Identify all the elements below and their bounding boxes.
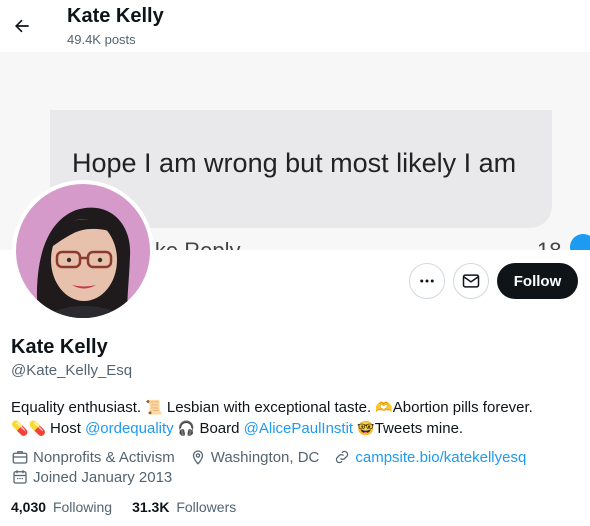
following-stat[interactable]: 4,030 Following	[11, 499, 112, 515]
banner-partial-text: ike Reply	[150, 238, 240, 250]
profile-meta-row: Nonprofits & Activism Washington, DC cam…	[11, 448, 540, 466]
website-link[interactable]: campsite.bio/katekellyesq	[355, 449, 526, 466]
envelope-icon	[462, 274, 480, 288]
location-text: Washington, DC	[210, 448, 320, 466]
bio-text-5: Board	[195, 420, 244, 437]
pill-emoji-icon: 💊	[28, 420, 46, 436]
scroll-emoji-icon: 📜	[145, 399, 163, 415]
joined-text: Joined January 2013	[33, 468, 173, 486]
location-pin-icon	[192, 450, 203, 465]
following-label: Following	[52, 499, 113, 515]
more-dots-icon	[420, 279, 434, 283]
pill-emoji-icon: 💊	[11, 420, 29, 436]
bio-text-3: Abortion pills forever.	[392, 399, 533, 416]
bio-link-alicepaul[interactable]: @AlicePaulInstit	[244, 420, 353, 437]
briefcase-icon	[12, 451, 28, 464]
followers-count: 31.3K	[132, 499, 170, 515]
profile-bio: Equality enthusiast. 📜 Lesbian with exce…	[11, 397, 576, 439]
headphones-emoji-icon: 🎧	[177, 420, 196, 436]
profile-handle: @Kate_Kelly_Esq	[11, 362, 133, 379]
profile-category: Nonprofits & Activism	[11, 448, 175, 466]
category-text: Nonprofits & Activism	[33, 448, 175, 466]
bio-text-6: Tweets mine.	[374, 420, 464, 437]
bio-text-1: Equality enthusiast.	[11, 399, 146, 416]
avatar[interactable]	[16, 184, 150, 318]
link-icon	[336, 450, 349, 464]
banner-quote: Hope I am wrong but most likely I am	[72, 148, 517, 178]
profile-stats: 4,030 Following 31.3K Followers	[11, 499, 256, 515]
avatar-ring[interactable]	[12, 180, 154, 322]
back-button[interactable]	[6, 10, 38, 42]
bio-text-4: Host	[45, 420, 86, 437]
follow-button[interactable]: Follow	[497, 263, 578, 299]
back-arrow-icon	[15, 19, 29, 33]
nerd-face-emoji-icon: 🤓	[357, 420, 375, 436]
profile-display-name: Kate Kelly	[11, 336, 108, 358]
profile-location: Washington, DC	[189, 448, 320, 466]
top-bar: Kate Kelly 49.4K posts	[0, 0, 590, 52]
profile-joined-row: Joined January 2013	[11, 468, 186, 486]
bio-text-2: Lesbian with exceptional taste.	[162, 399, 376, 416]
header-name: Kate Kelly	[67, 5, 164, 27]
hands-emoji-icon: 🫶	[375, 399, 393, 415]
header-post-count: 49.4K posts	[67, 32, 136, 47]
followers-stat[interactable]: 31.3K Followers	[132, 499, 236, 515]
banner-partial-count: 18	[537, 238, 561, 250]
following-count: 4,030	[11, 499, 47, 515]
bio-link-ordequality[interactable]: @ordequality	[85, 420, 174, 437]
message-button[interactable]	[453, 263, 489, 299]
profile-website[interactable]: campsite.bio/katekellyesq	[333, 448, 526, 466]
banner-blue-dot	[570, 234, 590, 250]
followers-label: Followers	[176, 499, 237, 515]
profile-joined: Joined January 2013	[11, 468, 172, 486]
calendar-icon	[13, 470, 27, 484]
more-options-button[interactable]	[409, 263, 445, 299]
